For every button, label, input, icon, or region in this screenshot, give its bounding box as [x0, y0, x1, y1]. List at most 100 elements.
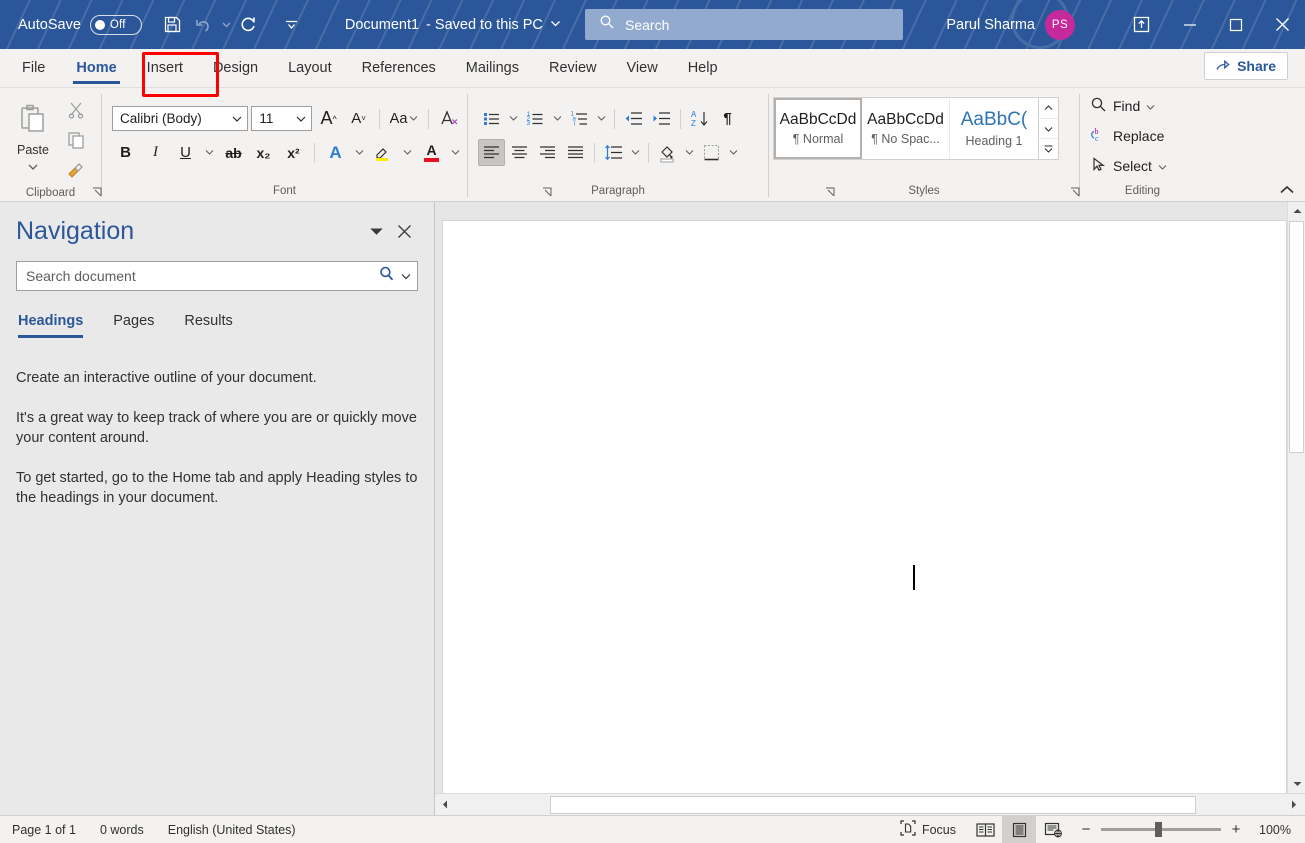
- change-case-icon[interactable]: Aa: [387, 105, 421, 132]
- undo-dropdown-icon[interactable]: [220, 10, 233, 40]
- font-size-combobox[interactable]: 11: [251, 106, 313, 131]
- autosave-toggle[interactable]: Off: [89, 14, 142, 35]
- redo-icon[interactable]: [234, 10, 264, 40]
- read-mode-button[interactable]: [968, 816, 1002, 843]
- ribbon-display-options-icon[interactable]: [1115, 0, 1167, 49]
- style-item-heading-1[interactable]: AaBbC( Heading 1: [950, 98, 1038, 159]
- vertical-scrollbar-thumb[interactable]: [1289, 221, 1304, 453]
- highlight-dropdown-icon[interactable]: [400, 139, 415, 166]
- font-color-dropdown-icon[interactable]: [448, 139, 463, 166]
- style-item-normal[interactable]: AaBbCcDd ¶ Normal: [774, 98, 862, 159]
- subscript-icon[interactable]: x₂: [250, 139, 277, 166]
- copy-icon[interactable]: [62, 126, 89, 153]
- customize-qat-icon[interactable]: [277, 10, 307, 40]
- close-navigation-pane-icon[interactable]: [390, 217, 418, 245]
- strikethrough-icon[interactable]: ab: [220, 139, 247, 166]
- numbering-icon[interactable]: 123: [522, 105, 549, 132]
- multilevel-list-icon[interactable]: 1ai: [566, 105, 593, 132]
- borders-icon[interactable]: [698, 139, 725, 166]
- zoom-in-button[interactable]: +: [1230, 821, 1242, 838]
- style-item-no-spacing[interactable]: AaBbCcDd ¶ No Spac...: [862, 98, 950, 159]
- text-effects-icon[interactable]: A: [322, 139, 349, 166]
- zoom-level-label[interactable]: 100%: [1251, 823, 1291, 837]
- scroll-up-icon[interactable]: [1288, 202, 1305, 220]
- word-count-status[interactable]: 0 words: [88, 816, 156, 843]
- zoom-slider-thumb[interactable]: [1155, 822, 1162, 837]
- styles-scroll-down-icon[interactable]: [1039, 119, 1058, 140]
- tab-mailings[interactable]: Mailings: [451, 49, 534, 87]
- cut-icon[interactable]: [62, 96, 89, 123]
- vertical-scrollbar[interactable]: [1287, 202, 1305, 793]
- numbering-dropdown-icon[interactable]: [550, 105, 565, 132]
- horizontal-scrollbar[interactable]: [435, 793, 1305, 815]
- paste-button[interactable]: Paste: [4, 99, 62, 176]
- chevron-down-icon[interactable]: [296, 111, 306, 126]
- superscript-icon[interactable]: x²: [280, 139, 307, 166]
- scroll-right-icon[interactable]: [1284, 795, 1304, 815]
- navigation-search-dropdown-icon[interactable]: [401, 267, 411, 285]
- line-spacing-dropdown-icon[interactable]: [628, 139, 643, 166]
- search-icon[interactable]: [378, 265, 395, 287]
- styles-scroll-up-icon[interactable]: [1039, 98, 1058, 119]
- show-formatting-marks-icon[interactable]: ¶: [714, 105, 741, 132]
- language-status[interactable]: English (United States): [156, 816, 308, 843]
- scroll-down-icon[interactable]: [1288, 775, 1305, 793]
- chevron-down-icon[interactable]: [232, 111, 242, 126]
- increase-indent-icon[interactable]: [648, 105, 675, 132]
- text-effects-dropdown-icon[interactable]: [352, 139, 367, 166]
- web-layout-button[interactable]: [1036, 816, 1070, 843]
- borders-dropdown-icon[interactable]: [726, 139, 741, 166]
- page-count-status[interactable]: Page 1 of 1: [0, 816, 88, 843]
- tab-file[interactable]: File: [0, 49, 61, 87]
- tab-home[interactable]: Home: [61, 49, 131, 87]
- font-color-icon[interactable]: A: [418, 139, 445, 166]
- shading-dropdown-icon[interactable]: [682, 139, 697, 166]
- horizontal-scrollbar-thumb[interactable]: [550, 796, 1196, 814]
- align-right-icon[interactable]: [534, 139, 561, 166]
- tab-design[interactable]: Design: [198, 49, 273, 87]
- tab-layout[interactable]: Layout: [273, 49, 347, 87]
- decrease-indent-icon[interactable]: [620, 105, 647, 132]
- avatar[interactable]: PS: [1045, 9, 1075, 40]
- bullets-dropdown-icon[interactable]: [506, 105, 521, 132]
- grow-font-icon[interactable]: A ^: [315, 105, 342, 132]
- format-painter-icon[interactable]: [62, 156, 89, 183]
- replace-button[interactable]: bc Replace: [1090, 122, 1167, 150]
- line-spacing-icon[interactable]: [600, 139, 627, 166]
- multilevel-dropdown-icon[interactable]: [594, 105, 609, 132]
- underline-icon[interactable]: U: [172, 139, 199, 166]
- tab-view[interactable]: View: [612, 49, 673, 87]
- font-name-combobox[interactable]: Calibri (Body): [112, 106, 249, 131]
- save-icon[interactable]: [158, 10, 188, 40]
- shading-icon[interactable]: [654, 139, 681, 166]
- zoom-out-button[interactable]: −: [1080, 821, 1092, 838]
- search-input[interactable]: Search: [585, 9, 903, 40]
- document-page[interactable]: [442, 220, 1287, 793]
- bullets-icon[interactable]: [478, 105, 505, 132]
- clear-formatting-icon[interactable]: [436, 105, 463, 132]
- close-button[interactable]: [1259, 0, 1305, 49]
- zoom-slider[interactable]: [1101, 822, 1221, 837]
- shrink-font-icon[interactable]: A ˅: [345, 105, 372, 132]
- tab-insert[interactable]: Insert: [132, 49, 198, 87]
- tab-references[interactable]: References: [347, 49, 451, 87]
- user-account[interactable]: Parul Sharma PS: [946, 0, 1075, 49]
- italic-icon[interactable]: I: [142, 139, 169, 166]
- maximize-button[interactable]: [1213, 0, 1259, 49]
- text-highlight-color-icon[interactable]: [370, 139, 397, 166]
- select-dropdown-icon[interactable]: [1158, 158, 1167, 174]
- autosave-control[interactable]: AutoSave Off: [18, 14, 142, 35]
- print-layout-button[interactable]: [1002, 815, 1036, 843]
- styles-more-icon[interactable]: [1039, 139, 1058, 159]
- find-dropdown-icon[interactable]: [1146, 98, 1155, 114]
- nav-tab-pages[interactable]: Pages: [113, 313, 154, 338]
- nav-tab-headings[interactable]: Headings: [18, 313, 84, 338]
- justify-icon[interactable]: [562, 139, 589, 166]
- bold-icon[interactable]: B: [112, 139, 139, 166]
- align-center-icon[interactable]: [506, 139, 533, 166]
- nav-tab-results[interactable]: Results: [184, 313, 232, 338]
- underline-dropdown-icon[interactable]: [202, 139, 217, 166]
- document-title-chevron-icon[interactable]: [550, 17, 561, 33]
- share-button[interactable]: Share: [1204, 52, 1288, 80]
- undo-icon[interactable]: [189, 10, 219, 40]
